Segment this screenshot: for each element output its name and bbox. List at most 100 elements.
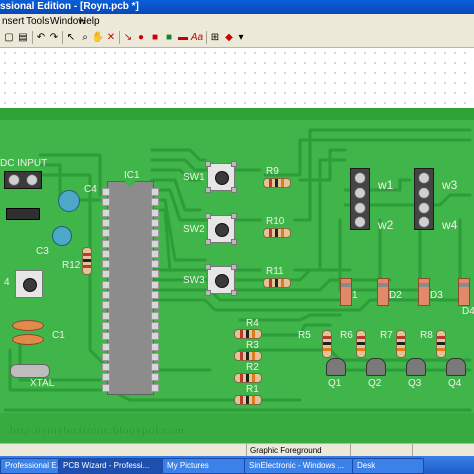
menu-insert[interactable]: nsert xyxy=(0,14,26,29)
component-icon[interactable]: ▬ xyxy=(176,31,190,44)
capacitor-c1a[interactable] xyxy=(12,320,44,331)
label-r3: R3 xyxy=(246,340,259,351)
terminal-w1-w2[interactable] xyxy=(350,168,370,230)
design-workspace[interactable]: DC INPUT C4 C3 R12 4 C1 XTAL IC1 SW1 SW2… xyxy=(0,48,474,450)
ic-pin xyxy=(151,198,159,207)
ic-pin xyxy=(151,383,159,392)
resistor-r8[interactable] xyxy=(436,330,446,358)
ic-pin xyxy=(102,280,110,289)
diode-d2[interactable] xyxy=(377,278,389,306)
label-r2: R2 xyxy=(246,362,259,373)
label-xtal: XTAL xyxy=(30,378,55,389)
ic-pin xyxy=(151,301,159,310)
diode-d3[interactable] xyxy=(418,278,430,306)
capacitor-c4[interactable] xyxy=(58,190,80,212)
ic-pin xyxy=(151,188,159,196)
resistor-r2[interactable] xyxy=(234,373,262,383)
open-icon[interactable]: ▢ xyxy=(2,31,16,44)
switch-sw4[interactable] xyxy=(15,270,43,298)
label-w4: w4 xyxy=(442,218,458,232)
resistor-r9[interactable] xyxy=(263,178,291,188)
undo-icon[interactable]: ↶ xyxy=(34,31,48,44)
text-icon[interactable]: Aa xyxy=(190,31,204,44)
switch-sw3[interactable] xyxy=(205,264,237,296)
resistor-r4[interactable] xyxy=(234,329,262,339)
label-r12: R12 xyxy=(62,260,81,271)
taskbar-item[interactable]: Professional E... xyxy=(0,458,60,474)
capacitor-c3[interactable] xyxy=(52,226,72,246)
redo-icon[interactable]: ↷ xyxy=(47,31,61,44)
save-icon[interactable]: ▤ xyxy=(16,31,30,44)
label-r5: R5 xyxy=(298,330,311,341)
ic-pin xyxy=(151,208,159,217)
label-r11: R11 xyxy=(266,266,284,277)
ic-pin xyxy=(102,229,110,238)
pointer-icon[interactable]: ↖ xyxy=(64,31,78,44)
terminal-w3-w4[interactable] xyxy=(414,168,434,230)
diode-d4[interactable] xyxy=(458,278,470,306)
label-d2: D2 xyxy=(389,290,402,301)
pan-icon[interactable]: ✋ xyxy=(91,31,105,44)
toolbar-separator xyxy=(32,31,33,44)
taskbar-item[interactable]: SinElectronic - Windows ... xyxy=(244,458,356,474)
taskbar-item[interactable]: My Pictures xyxy=(162,458,248,474)
switch-sw2[interactable] xyxy=(205,213,237,245)
delete-icon[interactable]: ✕ xyxy=(104,31,118,44)
diode-d1[interactable] xyxy=(340,278,352,306)
transistor-q4[interactable] xyxy=(446,358,466,376)
resistor-r6[interactable] xyxy=(356,330,366,358)
capacitor-c1b[interactable] xyxy=(12,334,44,345)
ic-pin xyxy=(102,342,110,351)
transistor-q2[interactable] xyxy=(366,358,386,376)
ic-pin xyxy=(151,280,159,289)
ic-pin xyxy=(102,218,110,227)
transistor-q1[interactable] xyxy=(326,358,346,376)
ic-pin xyxy=(102,321,110,330)
resistor-r1[interactable] xyxy=(234,395,262,405)
label-c3: C3 xyxy=(36,246,49,257)
grid-icon[interactable]: ⊞ xyxy=(208,31,222,44)
dc-input-connector[interactable] xyxy=(4,171,42,189)
switch-sw1[interactable] xyxy=(205,161,237,193)
regulator-component[interactable] xyxy=(6,208,40,220)
fill-icon[interactable]: ■ xyxy=(162,31,176,44)
ic-pin xyxy=(102,260,110,269)
resistor-r5[interactable] xyxy=(322,330,332,358)
label-w1: w1 xyxy=(378,178,394,192)
square-pad-icon[interactable]: ■ xyxy=(148,31,162,44)
resistor-r7[interactable] xyxy=(396,330,406,358)
resistor-r3[interactable] xyxy=(234,351,262,361)
board-url-text: http://sinelectronic.blogspot.com xyxy=(10,426,185,437)
resistor-r11[interactable] xyxy=(263,278,291,288)
label-r1: R1 xyxy=(246,384,259,395)
ic-pin xyxy=(151,218,159,227)
ic-pin xyxy=(151,249,159,258)
pad-icon[interactable]: ● xyxy=(134,31,148,44)
ic-pin xyxy=(151,291,159,299)
toolbar-separator xyxy=(62,31,63,44)
taskbar-item-active[interactable]: PCB Wizard - Professi... xyxy=(58,458,166,474)
ic1-chip[interactable] xyxy=(102,181,159,395)
chevron-down-icon[interactable]: ▾ xyxy=(234,31,248,44)
label-r4: R4 xyxy=(246,318,259,329)
transistor-q3[interactable] xyxy=(406,358,426,376)
zoom-icon[interactable]: ⌕ xyxy=(78,31,92,44)
resistor-r10[interactable] xyxy=(263,228,291,238)
ic-pin xyxy=(102,352,110,361)
pcb-board[interactable]: DC INPUT C4 C3 R12 4 C1 XTAL IC1 SW1 SW2… xyxy=(0,108,474,450)
title-bar: ssional Edition - [Royn.pcb *] xyxy=(0,0,474,14)
ic-pin xyxy=(151,311,159,320)
ic-pin xyxy=(102,291,110,299)
taskbar-item[interactable]: Desk xyxy=(352,458,424,474)
label-q4: Q4 xyxy=(448,378,462,389)
track-icon[interactable]: ↘ xyxy=(121,31,135,44)
crystal-xtal[interactable] xyxy=(10,364,50,378)
label-r7: R7 xyxy=(380,330,393,341)
ic-notch xyxy=(125,181,135,186)
resistor-r12[interactable] xyxy=(82,247,92,275)
label-q1: Q1 xyxy=(328,378,342,389)
label-sw2: SW2 xyxy=(183,224,205,235)
menu-help[interactable]: Help xyxy=(77,14,102,29)
label-w2: w2 xyxy=(378,218,394,232)
ic-pin xyxy=(151,363,159,372)
